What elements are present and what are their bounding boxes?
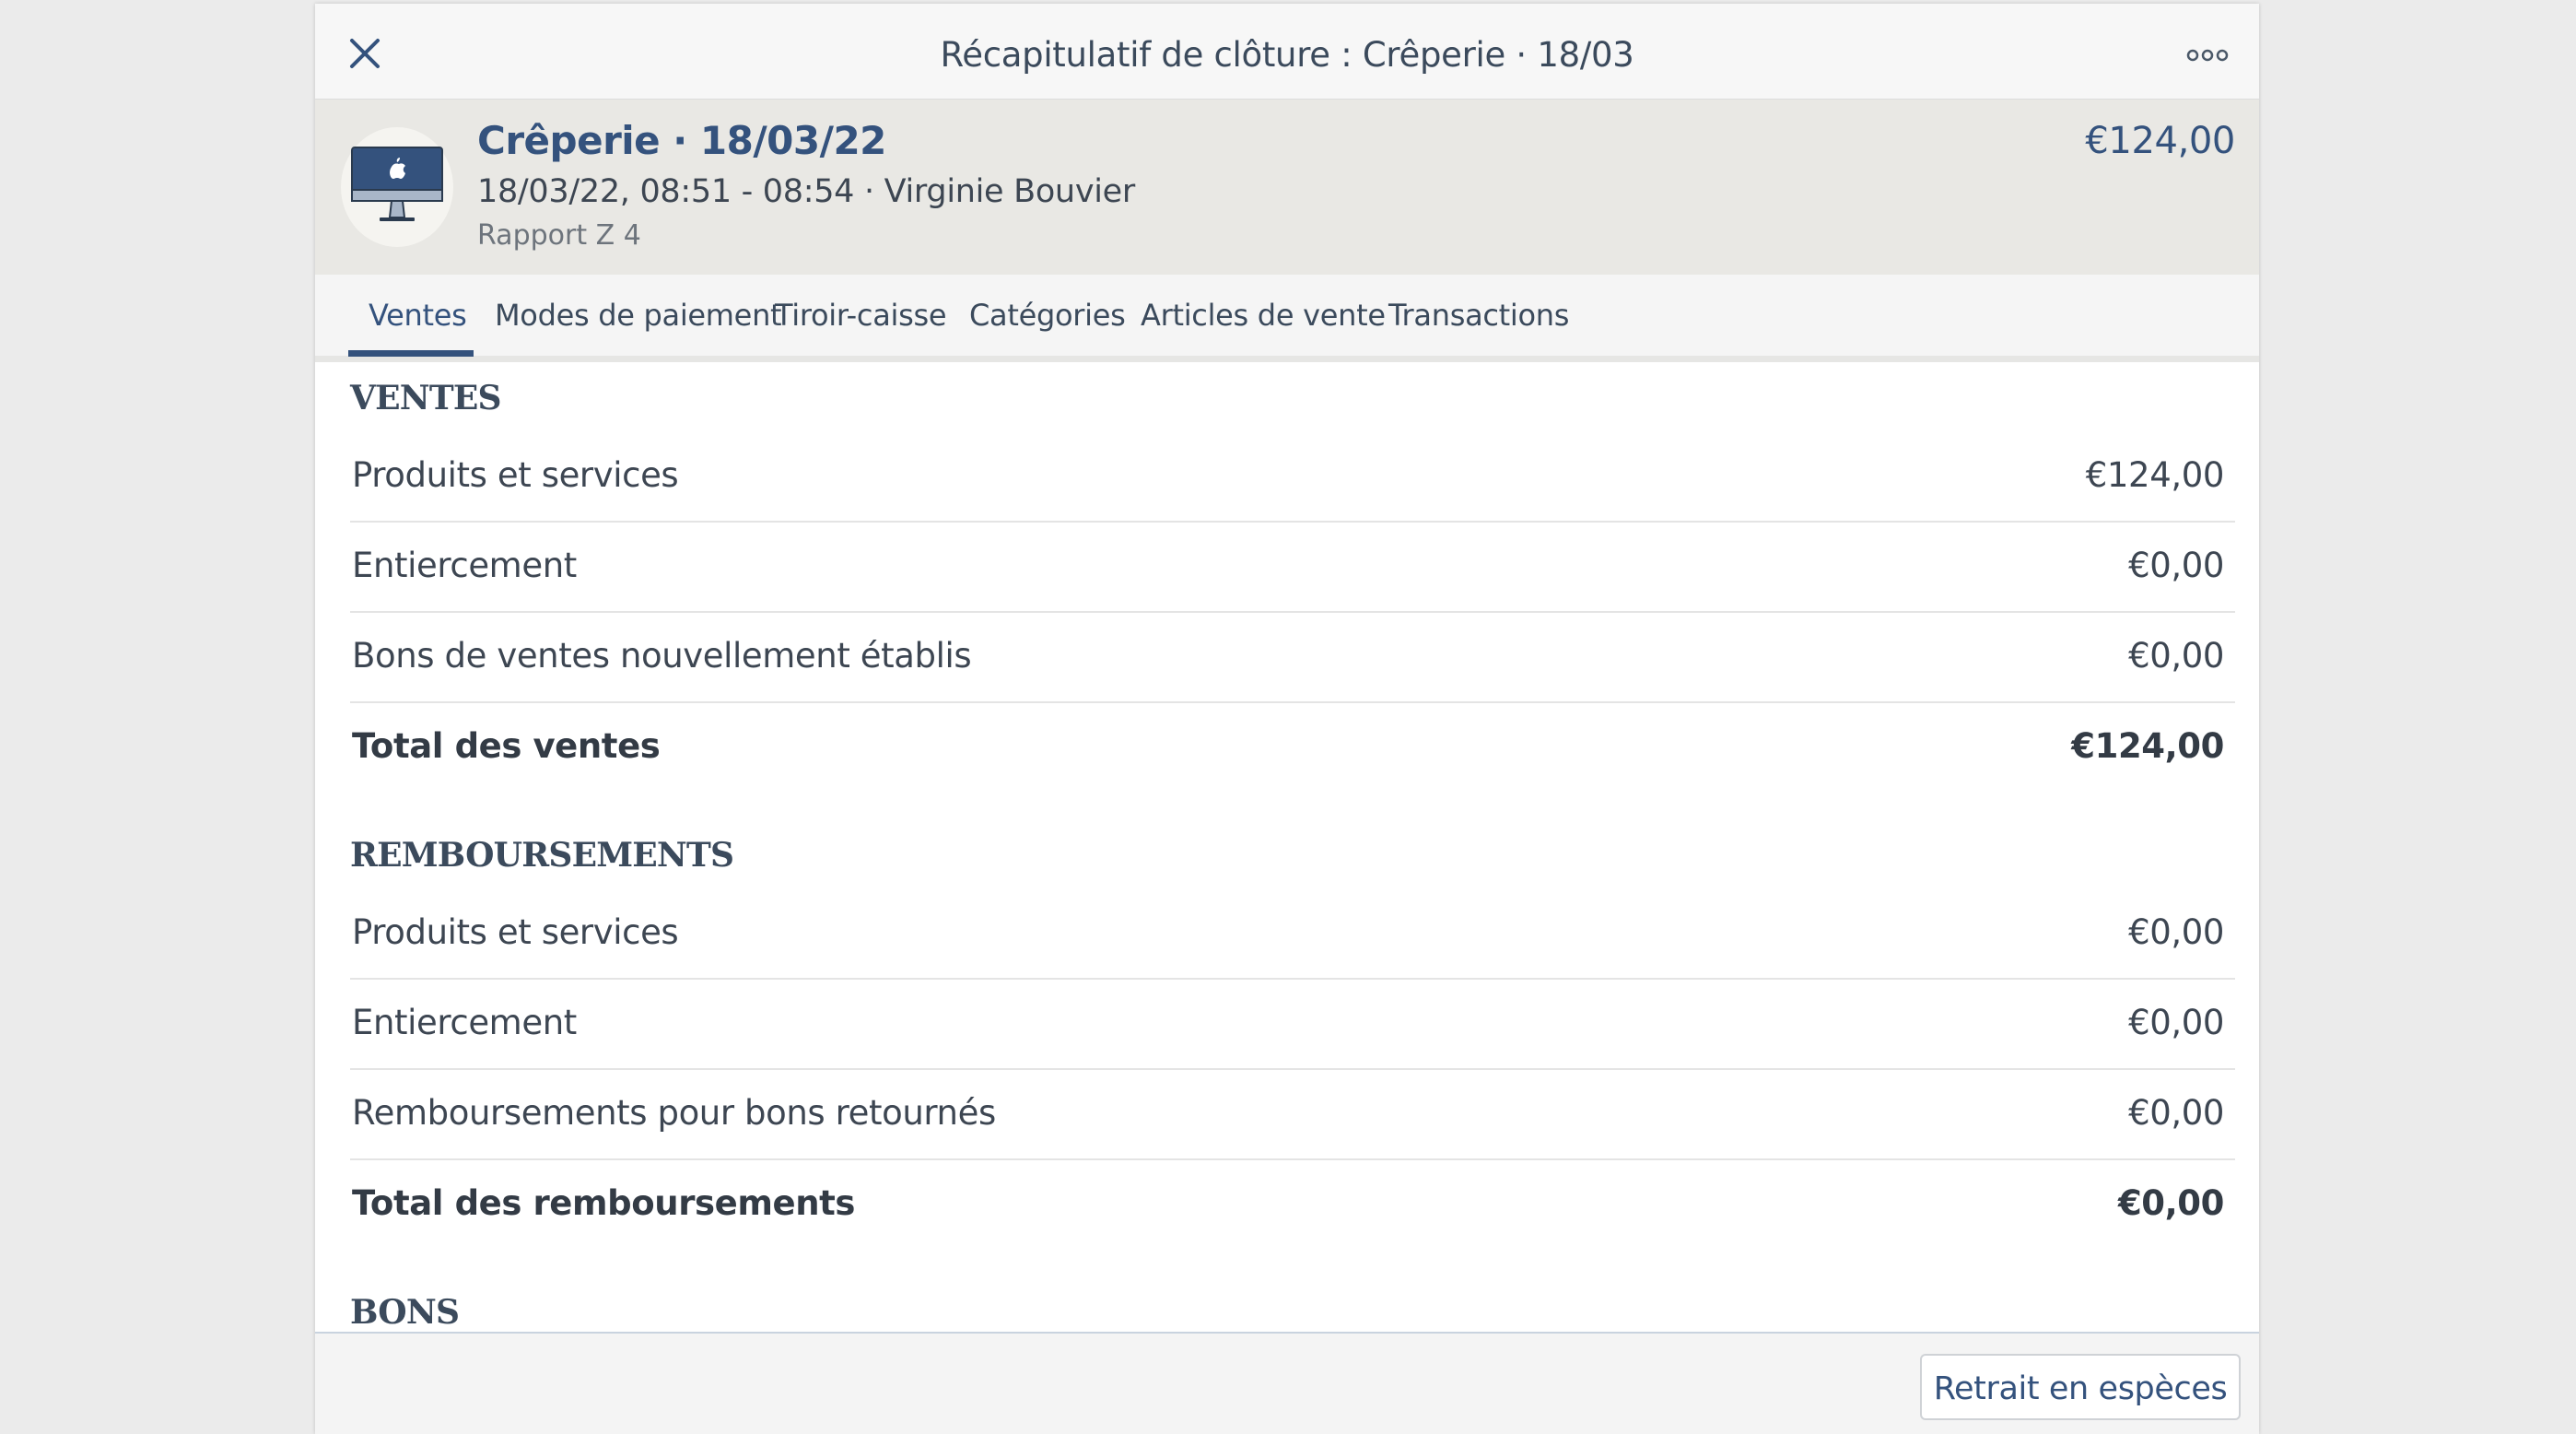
title-bar: Récapitulatif de clôture : Crêperie · 18… [315,4,2259,100]
table-row: Produits et services €0,00 [350,887,2235,980]
report-label: Rapport Z 4 [477,219,641,252]
row-label: Entiercement [352,1003,577,1042]
row-value: €0,00 [2128,1093,2224,1133]
row-label: Remboursements pour bons retournés [352,1093,996,1133]
more-horizontal-icon [2186,49,2229,62]
tab-modes-de-paiement[interactable]: Modes de paiement [495,275,782,356]
tab-articles-de-vente[interactable]: Articles de vente [1141,275,1386,356]
closing-summary-modal: Récapitulatif de clôture : Crêperie · 18… [315,4,2259,1434]
page-title: Récapitulatif de clôture : Crêperie · 18… [940,35,1634,75]
row-label: Entiercement [352,546,577,585]
row-label: Produits et services [352,455,679,495]
total-label: Total des ventes [352,726,661,766]
table-row: Entiercement €0,00 [350,978,2235,1070]
session-details: 18/03/22, 08:51 - 08:54 · Virginie Bouvi… [477,173,1135,210]
row-label: Produits et services [352,912,679,952]
total-amount: €124,00 [2085,120,2235,162]
cash-withdrawal-button[interactable]: Retrait en espèces [1920,1354,2241,1420]
total-value: €0,00 [2117,1183,2224,1223]
row-value: €0,00 [2128,1003,2224,1042]
tab-ventes[interactable]: Ventes [369,275,467,356]
report-content[interactable]: VENTES Produits et services €124,00 Enti… [315,362,2259,1333]
table-row: Produits et services €124,00 [350,430,2235,523]
table-row: Entiercement €0,00 [350,521,2235,613]
device-avatar [341,127,453,247]
tab-bar: Ventes Modes de paiement Tiroir-caisse C… [315,275,2259,362]
section-title-remboursements: REMBOURSEMENTS [350,836,734,875]
row-value: €0,00 [2128,912,2224,952]
section-title-ventes: VENTES [350,379,502,417]
table-row: Bons de ventes nouvellement établis €0,0… [350,611,2235,703]
active-tab-indicator [348,350,474,357]
footer-bar: Retrait en espèces [315,1332,2259,1434]
row-value: €0,00 [2128,546,2224,585]
total-row: Total des ventes €124,00 [350,701,2235,792]
section-title-bons: BONS [350,1293,460,1332]
summary-header: Crêperie · 18/03/22 18/03/22, 08:51 - 08… [315,100,2259,275]
more-options-button[interactable] [2184,37,2231,74]
table-row: Remboursements pour bons retournés €0,00 [350,1068,2235,1160]
row-label: Bons de ventes nouvellement établis [352,636,972,676]
row-value: €124,00 [2085,455,2225,495]
row-value: €0,00 [2128,636,2224,676]
total-label: Total des remboursements [352,1183,856,1223]
tab-categories[interactable]: Catégories [969,275,1126,356]
tab-transactions[interactable]: Transactions [1388,275,1569,356]
total-value: €124,00 [2071,726,2224,766]
tab-tiroir-caisse[interactable]: Tiroir-caisse [775,275,947,356]
total-row: Total des remboursements €0,00 [350,1158,2235,1249]
imac-icon [351,147,443,221]
register-title: Crêperie · 18/03/22 [477,118,886,163]
